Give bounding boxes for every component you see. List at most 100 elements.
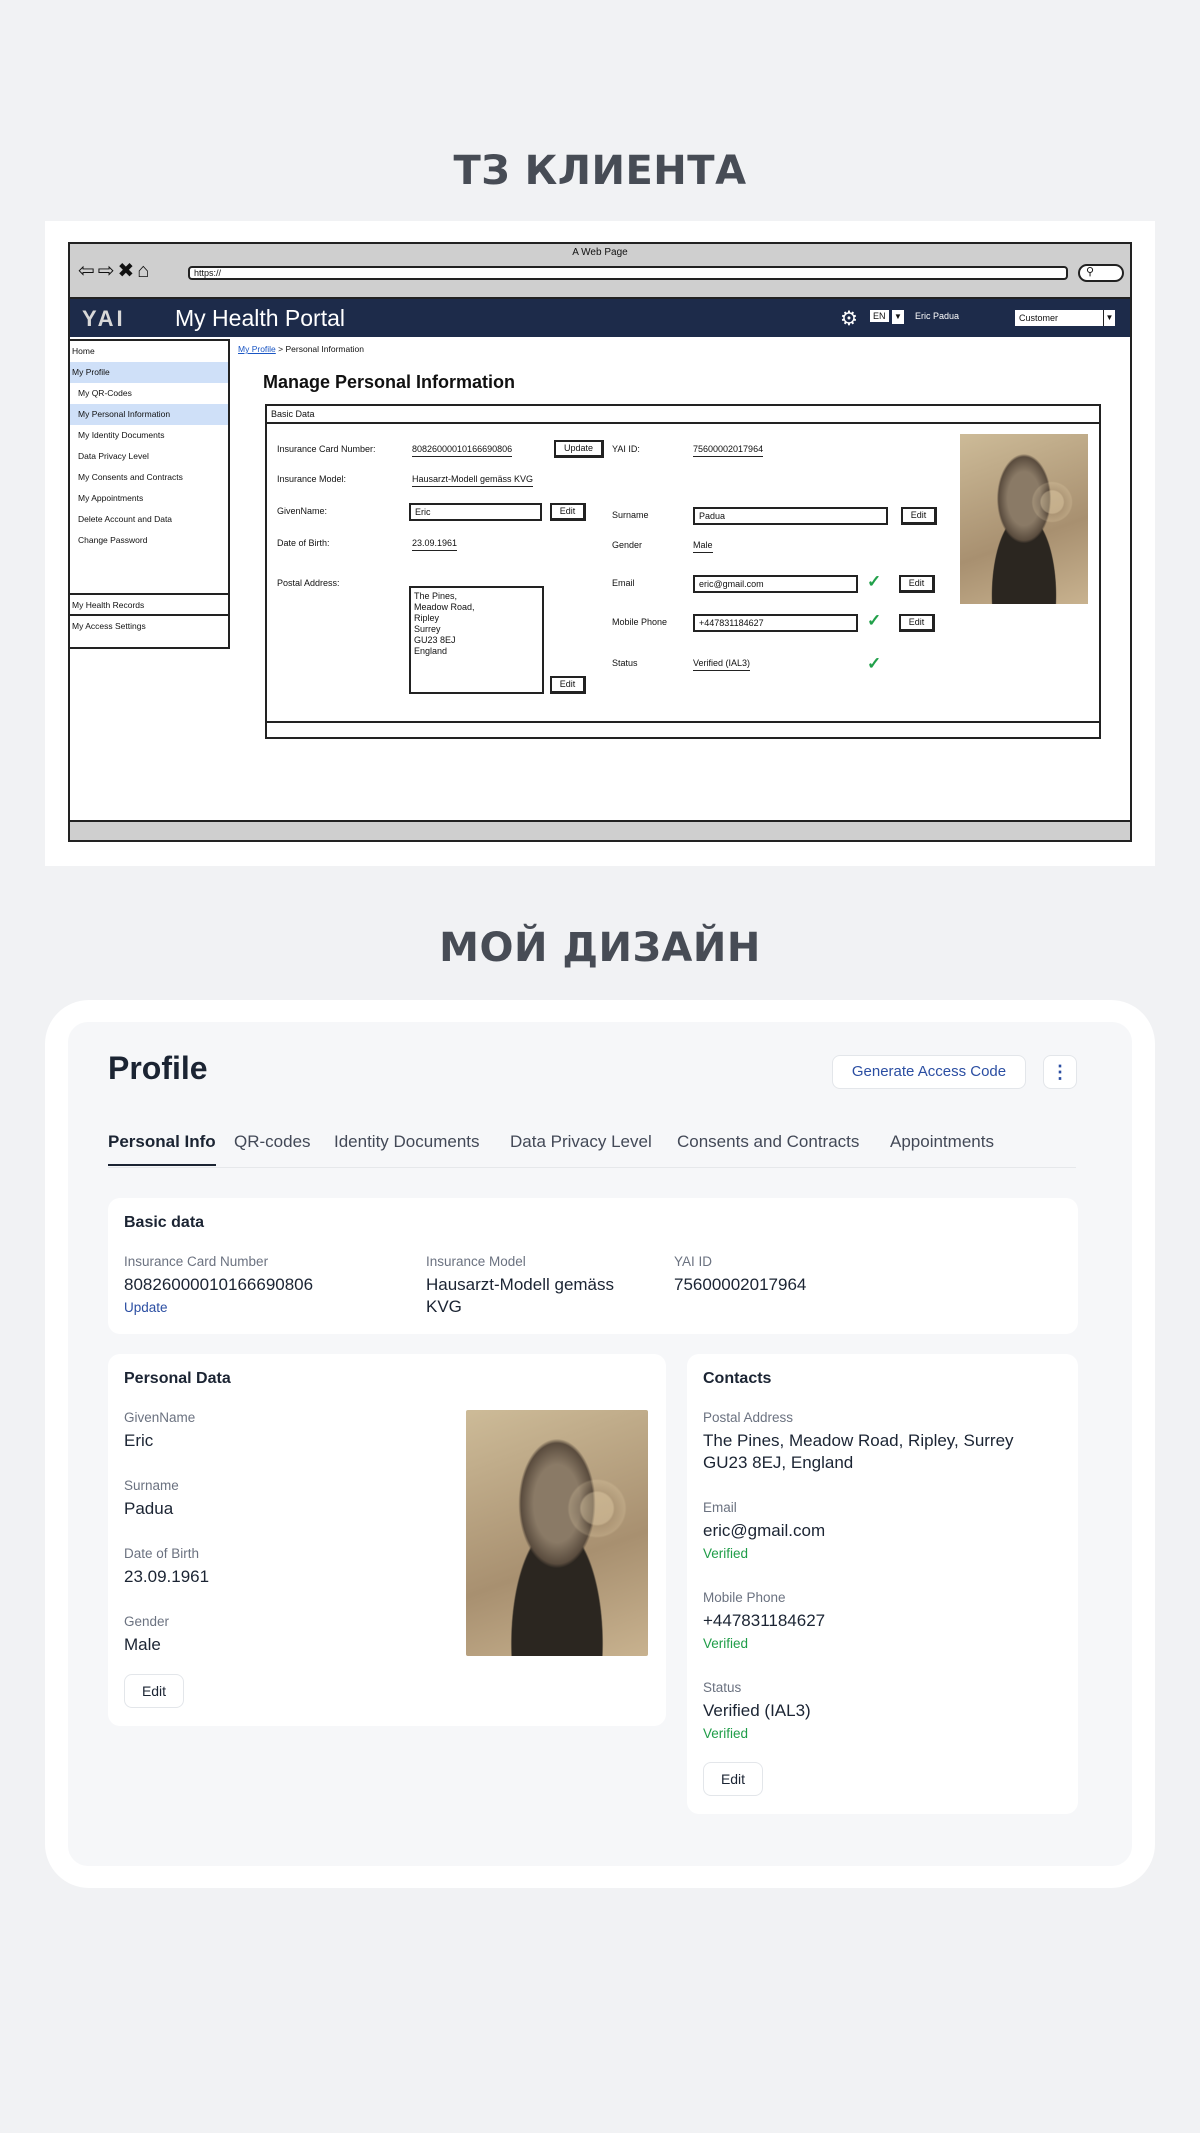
edit-address-button[interactable]: Edit xyxy=(550,676,586,694)
page-title: Profile xyxy=(108,1050,208,1086)
edit-email-button[interactable]: Edit xyxy=(899,575,935,593)
profile-page: Profile Generate Access Code ⋮ Personal … xyxy=(68,1022,1132,1866)
status-label: Status xyxy=(703,1680,742,1695)
yai-id-label: YAI ID: xyxy=(612,444,640,454)
sidebar-item-identity-documents[interactable]: My Identity Documents xyxy=(70,425,228,446)
sidebar-item-qr-codes[interactable]: My QR-Codes xyxy=(70,383,228,404)
profile-photo xyxy=(466,1410,648,1656)
dob-value: 23.09.1961 xyxy=(412,538,458,551)
breadcrumb-link[interactable]: My Profile xyxy=(238,344,276,354)
insurance-model-label: Insurance Model xyxy=(426,1254,526,1269)
sidebar-item-change-password[interactable]: Change Password xyxy=(70,530,228,551)
edit-given-name-button[interactable]: Edit xyxy=(550,503,586,521)
browser-statusbar xyxy=(70,820,1130,840)
postal-address-value-2: GU23 8EJ, England xyxy=(703,1453,854,1472)
update-button[interactable]: Update xyxy=(554,440,604,458)
email-field[interactable]: eric@gmail.com xyxy=(693,575,858,593)
tab-appointments[interactable]: Appointments xyxy=(890,1132,994,1152)
mobile-label: Mobile Phone xyxy=(612,617,668,627)
check-icon: ✓ xyxy=(867,611,882,630)
sidebar-item-personal-information[interactable]: My Personal Information xyxy=(70,404,228,425)
box-title: Basic Data xyxy=(267,406,1099,424)
status-verified-badge: Verified xyxy=(703,1726,749,1741)
edit-surname-button[interactable]: Edit xyxy=(901,507,937,525)
given-name-label: GivenName xyxy=(124,1410,196,1425)
insurance-card-label: Insurance Card Number xyxy=(124,1254,269,1269)
email-value: eric@gmail.com xyxy=(703,1521,826,1540)
edit-contacts-button[interactable]: Edit xyxy=(703,1762,763,1796)
logo: YAI xyxy=(82,306,126,331)
sidebar-item-access-settings[interactable]: My Access Settings xyxy=(70,614,228,635)
insurance-card-label: Insurance Card Number: xyxy=(277,444,376,454)
given-name-field[interactable]: Eric xyxy=(409,503,542,521)
tab-data-privacy-level[interactable]: Data Privacy Level xyxy=(510,1132,652,1152)
role-select[interactable]: Customer ▼ xyxy=(1015,310,1115,326)
breadcrumb: My Profile > Personal Information xyxy=(238,344,364,354)
chevron-down-icon[interactable]: ▼ xyxy=(892,310,904,324)
tab-personal-info[interactable]: Personal Info xyxy=(108,1132,216,1166)
mobile-field[interactable]: +447831184627 xyxy=(693,614,858,632)
portal-header: YAI My Health Portal ⚙ EN ▼ Eric Padua C… xyxy=(70,299,1130,337)
insurance-model-value: Hausarzt-Modell gemäss xyxy=(426,1275,615,1294)
search-icon[interactable]: ⚲ xyxy=(1078,264,1124,282)
gender-label: Gender xyxy=(612,540,643,550)
my-design-heading: МОЙ ДИЗАЙН xyxy=(439,925,761,971)
yai-id-label: YAI ID xyxy=(674,1254,713,1269)
gear-icon[interactable]: ⚙ xyxy=(840,306,858,331)
url-bar[interactable]: https:// xyxy=(188,266,1068,280)
sidebar-item-appointments[interactable]: My Appointments xyxy=(70,488,228,509)
sidebar-item-home[interactable]: Home xyxy=(70,341,228,362)
generate-access-code-button[interactable]: Generate Access Code xyxy=(832,1055,1026,1089)
surname-label: Surname xyxy=(124,1478,179,1493)
insurance-model-value: Hausarzt-Modell gemäss KVG xyxy=(412,474,534,487)
postal-address-field[interactable]: The Pines, Meadow Road, Ripley Surrey GU… xyxy=(409,586,544,694)
profile-photo xyxy=(960,434,1088,604)
edit-personal-button[interactable]: Edit xyxy=(124,1674,184,1708)
given-name-label: GivenName: xyxy=(277,506,328,516)
user-name: Eric Padua xyxy=(915,311,960,321)
chevron-down-icon[interactable]: ▼ xyxy=(1103,310,1115,326)
surname-field[interactable]: Padua xyxy=(693,507,888,525)
mobile-verified-badge: Verified xyxy=(703,1636,749,1651)
sidebar-item-data-privacy[interactable]: Data Privacy Level xyxy=(70,446,228,467)
gender-label: Gender xyxy=(124,1614,170,1629)
tab-identity-documents[interactable]: Identity Documents xyxy=(334,1132,480,1152)
portal-title: My Health Portal xyxy=(175,305,346,331)
update-link[interactable]: Update xyxy=(124,1300,168,1315)
check-icon: ✓ xyxy=(867,572,882,591)
browser-nav-icons[interactable]: ⇦⇨✖⌂ xyxy=(78,258,152,283)
status-value: Verified (IAL3) xyxy=(703,1701,811,1720)
status-label: Status xyxy=(612,658,638,668)
insurance-card-value: 80826000010166690806 xyxy=(412,444,513,457)
personal-data-card: Personal Data GivenName Eric Surname Pad… xyxy=(108,1354,666,1726)
browser-toolbar: A Web Page ⇦⇨✖⌂ https:// ⚲ xyxy=(70,244,1130,299)
postal-address-label: Postal Address xyxy=(703,1410,794,1425)
role-value: Customer xyxy=(1019,313,1059,323)
sidebar-item-my-profile[interactable]: My Profile xyxy=(70,362,228,383)
sidebar-item-delete-account[interactable]: Delete Account and Data xyxy=(70,509,228,530)
sidebar-item-consents[interactable]: My Consents and Contracts xyxy=(70,467,228,488)
basic-data-title: Basic data xyxy=(124,1214,205,1231)
tab-qr-codes[interactable]: QR-codes xyxy=(234,1132,311,1152)
email-label: Email xyxy=(612,578,635,588)
tab-consents-contracts[interactable]: Consents and Contracts xyxy=(677,1132,859,1152)
dob-value: 23.09.1961 xyxy=(124,1567,210,1586)
mobile-label: Mobile Phone xyxy=(703,1590,786,1605)
yai-id-value: 75600002017964 xyxy=(693,444,764,457)
edit-mobile-button[interactable]: Edit xyxy=(899,614,935,632)
language-select[interactable]: EN xyxy=(870,310,889,322)
postal-label: Postal Address: xyxy=(277,578,340,588)
check-icon: ✓ xyxy=(867,654,882,673)
sidebar-item-health-records[interactable]: My Health Records xyxy=(70,593,228,614)
breadcrumb-current: > Personal Information xyxy=(278,344,364,354)
insurance-model-label: Insurance Model: xyxy=(277,474,347,484)
more-options-icon[interactable]: ⋮ xyxy=(1043,1055,1077,1089)
box-divider xyxy=(267,721,1099,723)
sidebar: Home My Profile My QR-Codes My Personal … xyxy=(70,339,230,649)
dob-label: Date of Birth xyxy=(124,1546,200,1561)
dob-label: Date of Birth: xyxy=(277,538,330,548)
browser-page-title: A Web Page xyxy=(572,247,628,258)
gender-value: Male xyxy=(693,540,713,553)
basic-data-card: Basic data Insurance Card Number 8082600… xyxy=(108,1198,1078,1334)
